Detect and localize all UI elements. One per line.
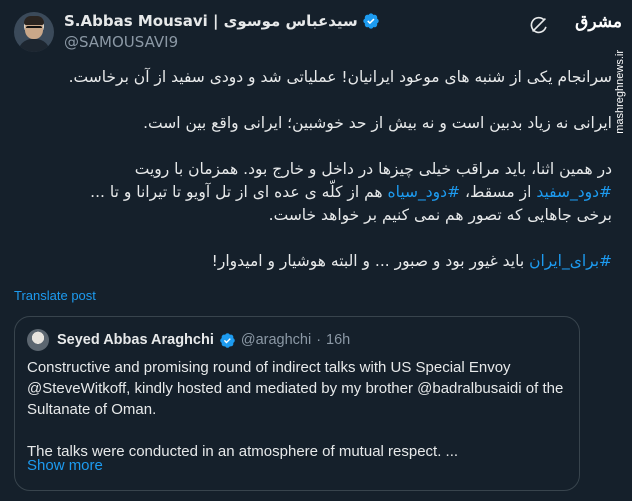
author-display-name[interactable]: S.Abbas Mousavi | سیدعباس موسوی [64,11,358,31]
grok-icon[interactable] [528,14,550,36]
tweet-line: برخی جاهایی که تصور هم نمی کنیم بر خواهد… [268,206,612,224]
quote-paragraph: Constructive and promising round of indi… [27,359,564,418]
quote-author-name[interactable]: Seyed Abbas Araghchi [57,330,214,350]
tweet-line: سرانجام یکی از شنبه های موعود ایرانیان! … [68,68,612,86]
tweet-line: #برای_ایران باید غیور بود و صبور ... و ا… [14,250,612,273]
tweet-line-text: از مسقط، [460,183,537,201]
quote-timestamp[interactable]: 16h [326,330,350,350]
hashtag-link[interactable]: #دود_سفید [536,183,612,201]
site-watermark: mashreghnews.ir [614,50,626,134]
translate-post-link[interactable]: Translate post [14,288,96,303]
author-name-row[interactable]: S.Abbas Mousavi | سیدعباس موسوی [64,11,532,31]
hashtag-link[interactable]: #دود_سیاه [388,183,461,201]
tweet-line: ایرانی نه زیاد بدبین است و نه بیش از حد … [143,114,612,132]
verified-badge-icon [220,332,235,348]
tweet-line: در همین اثنا، باید مراقب خیلی چیزها در د… [14,158,612,181]
avatar-body [18,39,50,52]
meta-separator: · [316,332,322,348]
hashtag-link[interactable]: #برای_ایران [529,252,612,270]
tweet-line-text: باید غیور بود و صبور ... و البته هوشیار … [211,252,530,270]
quote-text: Constructive and promising round of indi… [27,357,572,462]
show-more-link[interactable]: Show more [27,457,103,474]
author-avatar[interactable] [14,12,54,52]
verified-badge-icon [363,13,379,29]
tweet-line-text: هم از کلّه ی عده ای از تل آویو تا تیرانا… [90,183,388,201]
tweet-text: سرانجام یکی از شنبه های موعود ایرانیان! … [14,66,612,273]
quoted-tweet-card[interactable]: Seyed Abbas Araghchi @araghchi · 16h Con… [14,316,580,491]
tweet-line: #دود_سفید از مسقط، #دود_سیاه هم از کلّه … [14,181,612,204]
quote-author-avatar[interactable] [27,329,49,351]
avatar-glasses [26,26,42,30]
quote-paragraph: The talks were conducted in an atmospher… [27,443,459,460]
tweet-header: S.Abbas Mousavi | سیدعباس موسوی @SAMOUSA… [64,11,532,52]
tweet-line-text: در همین اثنا، باید مراقب خیلی چیزها در د… [134,160,612,178]
brand-logo: مشرق [575,12,622,32]
author-handle[interactable]: @SAMOUSAVI9 [64,32,532,52]
quote-header: Seyed Abbas Araghchi @araghchi · 16h [57,330,350,350]
quote-author-handle[interactable]: @araghchi [241,330,311,350]
avatar-hair [24,16,44,25]
